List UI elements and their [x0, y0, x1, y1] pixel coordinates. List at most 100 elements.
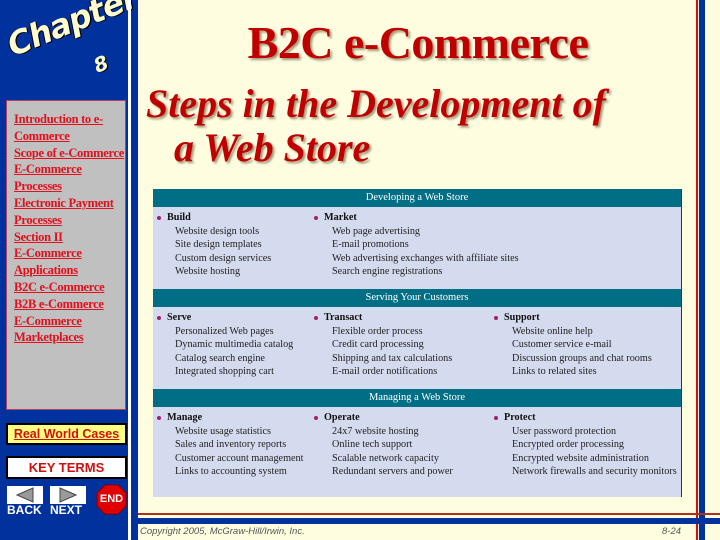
nav-link-scope[interactable]: Scope of e-Commerce: [14, 145, 125, 162]
band-header-developing: Developing a Web Store: [153, 189, 681, 207]
next-label[interactable]: NEXT: [50, 503, 82, 517]
list-item: Encrypted website administration: [512, 452, 649, 464]
list-item: User password protection: [512, 425, 617, 437]
column-heading: Manage: [153, 411, 310, 425]
heading-text: Protect: [504, 412, 536, 423]
nav-link-b2b[interactable]: B2B e-Commerce: [14, 296, 125, 313]
subtitle-line-1: Steps in the Development of: [146, 81, 606, 126]
column-support: Support Website online help Customer ser…: [490, 311, 680, 389]
list-item: 24x7 website hosting: [332, 425, 419, 437]
column-serve: Serve Personalized Web pages Dynamic mul…: [153, 311, 310, 389]
real-world-cases-label: Real World Cases: [8, 425, 125, 443]
column-build: Build Website design tools Site design t…: [153, 211, 310, 289]
column-heading: Market: [310, 211, 680, 225]
heading-text: Build: [167, 212, 191, 223]
list-item: E-mail promotions: [332, 239, 409, 251]
back-label[interactable]: BACK: [7, 503, 42, 517]
column-protect: Protect User password protection Encrypt…: [490, 411, 680, 489]
list-item: Web advertising exchanges with affiliate…: [332, 252, 519, 264]
list-item: Search engine registrations: [332, 266, 443, 278]
heading-text: Transact: [324, 312, 363, 323]
bullet-icon: [494, 316, 498, 320]
column-manage: Manage Website usage statistics Sales an…: [153, 411, 310, 489]
list-item: Sales and inventory reports: [175, 439, 287, 451]
web-store-figure: Developing a Web Store Build Website des…: [153, 189, 682, 497]
column-heading: Build: [153, 211, 310, 225]
list-item: Encrypted order processing: [512, 439, 625, 451]
nav-link-payment[interactable]: Electronic Payment Processes: [14, 195, 125, 229]
list-item: Web page advertising: [332, 225, 421, 237]
divider-bottom-blue: [138, 518, 720, 524]
list-item: E-mail order notifications: [332, 366, 438, 378]
list-item: Site design templates: [175, 239, 262, 251]
list-item: Website hosting: [175, 266, 241, 278]
column-heading: Protect: [490, 411, 680, 425]
page-number: 8-24: [662, 526, 682, 537]
divider-right-red: [696, 0, 698, 540]
list-item: Dynamic multimedia catalog: [175, 339, 294, 351]
end-label: END: [99, 493, 124, 505]
left-arrow-icon: [15, 487, 34, 503]
divider-left-blue: [133, 0, 138, 540]
bullet-icon: [314, 316, 318, 320]
list-item: Redundant servers and power: [332, 466, 453, 478]
list-item: Website usage statistics: [175, 425, 271, 437]
list-item: Customer account management: [175, 452, 304, 464]
list-item: Custom design services: [175, 252, 272, 264]
divider-left-white: [128, 0, 131, 540]
column-heading: Serve: [153, 311, 310, 325]
list-item: Personalized Web pages: [175, 325, 274, 337]
chapter-nav: Introduction to e-Commerce Scope of e-Co…: [6, 100, 126, 410]
list-item: Links to related sites: [512, 366, 597, 378]
nav-link-applications[interactable]: E-Commerce Applications: [14, 245, 125, 279]
list-item: Online tech support: [332, 439, 413, 451]
column-operate: Operate 24x7 website hosting Online tech…: [310, 411, 490, 489]
slide-subtitle: Steps in the Development of a Web Store: [146, 82, 606, 170]
slide-title: B2C e-Commerce: [247, 17, 589, 68]
chapter-logo: Chapter 8: [2, 0, 143, 90]
column-market: Market Web page advertising E-mail promo…: [310, 211, 680, 289]
heading-text: Serve: [167, 312, 192, 323]
key-terms-button[interactable]: KEY TERMS: [6, 456, 127, 479]
column-transact: Transact Flexible order process Credit c…: [310, 311, 490, 389]
chapter-logo-word: Chapter: [1, 0, 143, 64]
band-content-managing: Manage Website usage statistics Sales an…: [153, 407, 681, 489]
bullet-icon: [494, 416, 498, 420]
chapter-logo-number: 8: [90, 50, 112, 78]
heading-text: Support: [504, 312, 540, 323]
subtitle-line-2: a Web Store: [174, 125, 371, 170]
nav-link-b2c[interactable]: B2C e-Commerce: [14, 279, 125, 296]
band-content-developing: Build Website design tools Site design t…: [153, 207, 681, 289]
nav-link-section-ii[interactable]: Section II: [14, 229, 125, 246]
right-arrow-icon: [59, 487, 78, 503]
list-item: Network firewalls and security monitors: [512, 466, 677, 478]
divider-bottom-red: [138, 513, 720, 515]
end-button[interactable]: END: [96, 484, 127, 515]
real-world-cases-button[interactable]: Real World Cases: [6, 423, 127, 445]
list-item: Customer service e-mail: [512, 339, 612, 351]
column-heading: Transact: [310, 311, 490, 325]
back-button[interactable]: [7, 486, 43, 504]
list-item: Discussion groups and chat rooms: [512, 352, 652, 364]
band-header-managing: Managing a Web Store: [153, 389, 681, 407]
list-item: Scalable network capacity: [332, 452, 439, 464]
nav-link-introduction[interactable]: Introduction to e-Commerce: [14, 111, 125, 145]
bullet-icon: [157, 316, 161, 320]
list-item: Shipping and tax calculations: [332, 352, 453, 364]
list-item: Catalog search engine: [175, 352, 265, 364]
bullet-icon: [314, 216, 318, 220]
list-item: Links to accounting system: [175, 466, 287, 478]
heading-text: Operate: [324, 412, 360, 423]
heading-text: Manage: [167, 412, 203, 423]
nav-link-processes[interactable]: E-Commerce Processes: [14, 161, 125, 195]
list-item: Website design tools: [175, 225, 260, 237]
next-button[interactable]: [50, 486, 86, 504]
bullet-icon: [157, 216, 161, 220]
bullet-icon: [157, 416, 161, 420]
bullet-icon: [314, 416, 318, 420]
nav-link-marketplaces[interactable]: E-Commerce Marketplaces: [14, 313, 125, 347]
list-item: Flexible order process: [332, 325, 423, 337]
heading-text: Market: [324, 212, 357, 223]
sidebar: Chapter 8 Introduction to e-Commerce Sco…: [0, 0, 143, 540]
column-heading: Support: [490, 311, 680, 325]
